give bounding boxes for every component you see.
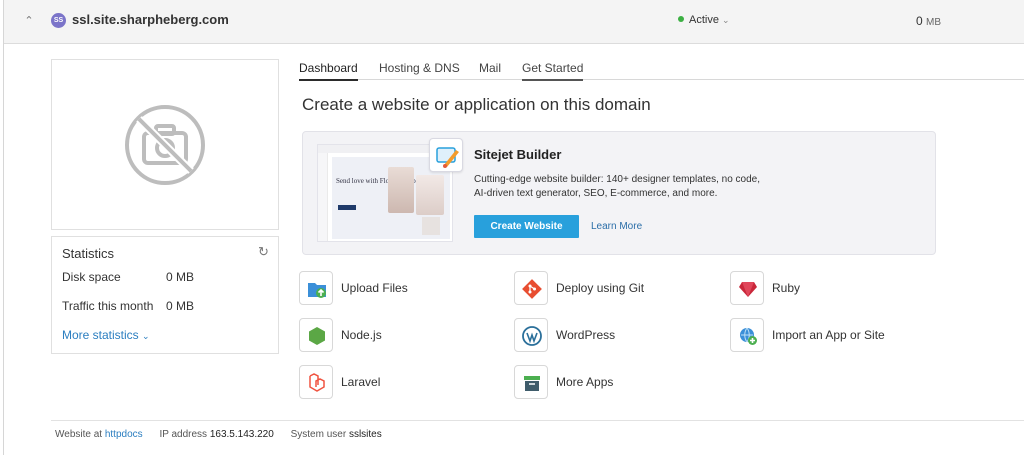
sitejet-description-line: AI-driven text generator, SEO, E-commerc…	[474, 188, 718, 199]
app-upload-files[interactable]: Upload Files	[299, 271, 499, 305]
app-wordpress[interactable]: WordPress	[514, 318, 714, 352]
site-footer: Website at httpdocs IP address 163.5.143…	[55, 429, 382, 440]
app-ruby[interactable]: Ruby	[730, 271, 930, 305]
domain-header[interactable]: ⌃ SS ssl.site.sharpheberg.com Active ⌄ 0 …	[4, 0, 1024, 44]
tab-get-started[interactable]: Get Started	[522, 61, 584, 81]
tab-dashboard[interactable]: Dashboard	[299, 61, 358, 81]
refresh-icon[interactable]: ↻	[258, 245, 272, 259]
learn-more-link[interactable]: Learn More	[591, 221, 642, 232]
app-label: More Apps	[556, 375, 614, 389]
folder-upload-icon	[299, 271, 333, 305]
collapse-chevron-icon[interactable]: ⌃	[22, 14, 36, 28]
disk-usage-value: 0	[916, 14, 923, 28]
wordpress-icon	[514, 318, 548, 352]
disk-space-value: 0 MB	[166, 270, 195, 284]
statistics-title: Statistics	[62, 246, 115, 261]
app-label: Deploy using Git	[556, 281, 645, 295]
import-globe-icon	[730, 318, 764, 352]
app-label: Node.js	[341, 328, 382, 342]
status-dot-icon	[678, 16, 684, 22]
sitejet-brush-icon	[436, 147, 459, 168]
preview-photo	[388, 167, 414, 213]
traffic-value: 0 MB	[166, 299, 195, 313]
sitejet-title: Sitejet Builder	[474, 147, 562, 162]
tab-mail[interactable]: Mail	[479, 61, 501, 79]
no-preview-camera-icon	[125, 105, 205, 185]
app-more-apps[interactable]: More Apps	[514, 365, 714, 399]
sitejet-description-line: Cutting-edge website builder: 140+ desig…	[474, 174, 761, 185]
sitejet-description: Cutting-edge website builder: 140+ desig…	[474, 173, 794, 201]
app-label: Ruby	[772, 281, 801, 295]
system-user-value: sslsites	[348, 429, 382, 440]
preview-photo	[416, 175, 444, 215]
app-label: Import an App or Site	[772, 328, 885, 342]
preview-button	[338, 205, 356, 210]
status-dropdown[interactable]: Active ⌄	[678, 14, 730, 26]
ruby-icon	[730, 271, 764, 305]
git-icon	[514, 271, 548, 305]
app-import[interactable]: Import an App or Site	[730, 318, 950, 352]
more-statistics-link[interactable]: More statistics ⌄	[62, 328, 150, 342]
create-website-button[interactable]: Create Website	[474, 215, 579, 238]
nodejs-icon	[299, 318, 333, 352]
disk-usage: 0 MB	[916, 14, 941, 28]
status-label: Active	[689, 14, 719, 26]
more-apps-icon	[514, 365, 548, 399]
sitejet-logo-icon	[429, 138, 463, 172]
app-label: WordPress	[556, 328, 616, 342]
preview-sidebar	[318, 153, 328, 241]
statistics-panel: Statistics ↻ Disk space 0 MB Traffic thi…	[51, 236, 279, 354]
tab-bar: Dashboard Hosting & DNS Mail Get Started	[299, 57, 1024, 81]
sitejet-card: Send love with Flower Shop Sitejet Build…	[302, 131, 936, 255]
ip-value: 163.5.143.220	[209, 429, 274, 440]
app-label: Laravel	[341, 375, 381, 389]
app-label: Upload Files	[341, 281, 408, 295]
app-deploy-git[interactable]: Deploy using Git	[514, 271, 714, 305]
site-avatar-icon: SS	[51, 13, 66, 28]
chevron-down-icon: ⌄	[721, 15, 730, 25]
ip-label: IP address	[159, 429, 208, 440]
app-laravel[interactable]: Laravel	[299, 365, 499, 399]
footer-divider	[51, 420, 1024, 421]
page-heading: Create a website or application on this …	[302, 95, 651, 114]
disk-usage-unit: MB	[926, 17, 942, 28]
docroot-link[interactable]: httpdocs	[105, 429, 143, 440]
laravel-icon	[299, 365, 333, 399]
traffic-label: Traffic this month	[62, 299, 154, 313]
disk-space-label: Disk space	[62, 270, 121, 284]
preview-photo	[422, 217, 440, 235]
domain-name[interactable]: ssl.site.sharpheberg.com	[72, 12, 229, 27]
more-statistics-label: More statistics	[62, 328, 139, 342]
system-user-label: System user	[290, 429, 347, 440]
domain-panel: ⌃ SS ssl.site.sharpheberg.com Active ⌄ 0 …	[3, 0, 1024, 455]
chevron-down-icon: ⌄	[142, 331, 150, 341]
site-preview	[51, 59, 279, 230]
website-at-label: Website at	[55, 429, 103, 440]
app-nodejs[interactable]: Node.js	[299, 318, 499, 352]
tab-hosting-dns[interactable]: Hosting & DNS	[379, 61, 460, 79]
